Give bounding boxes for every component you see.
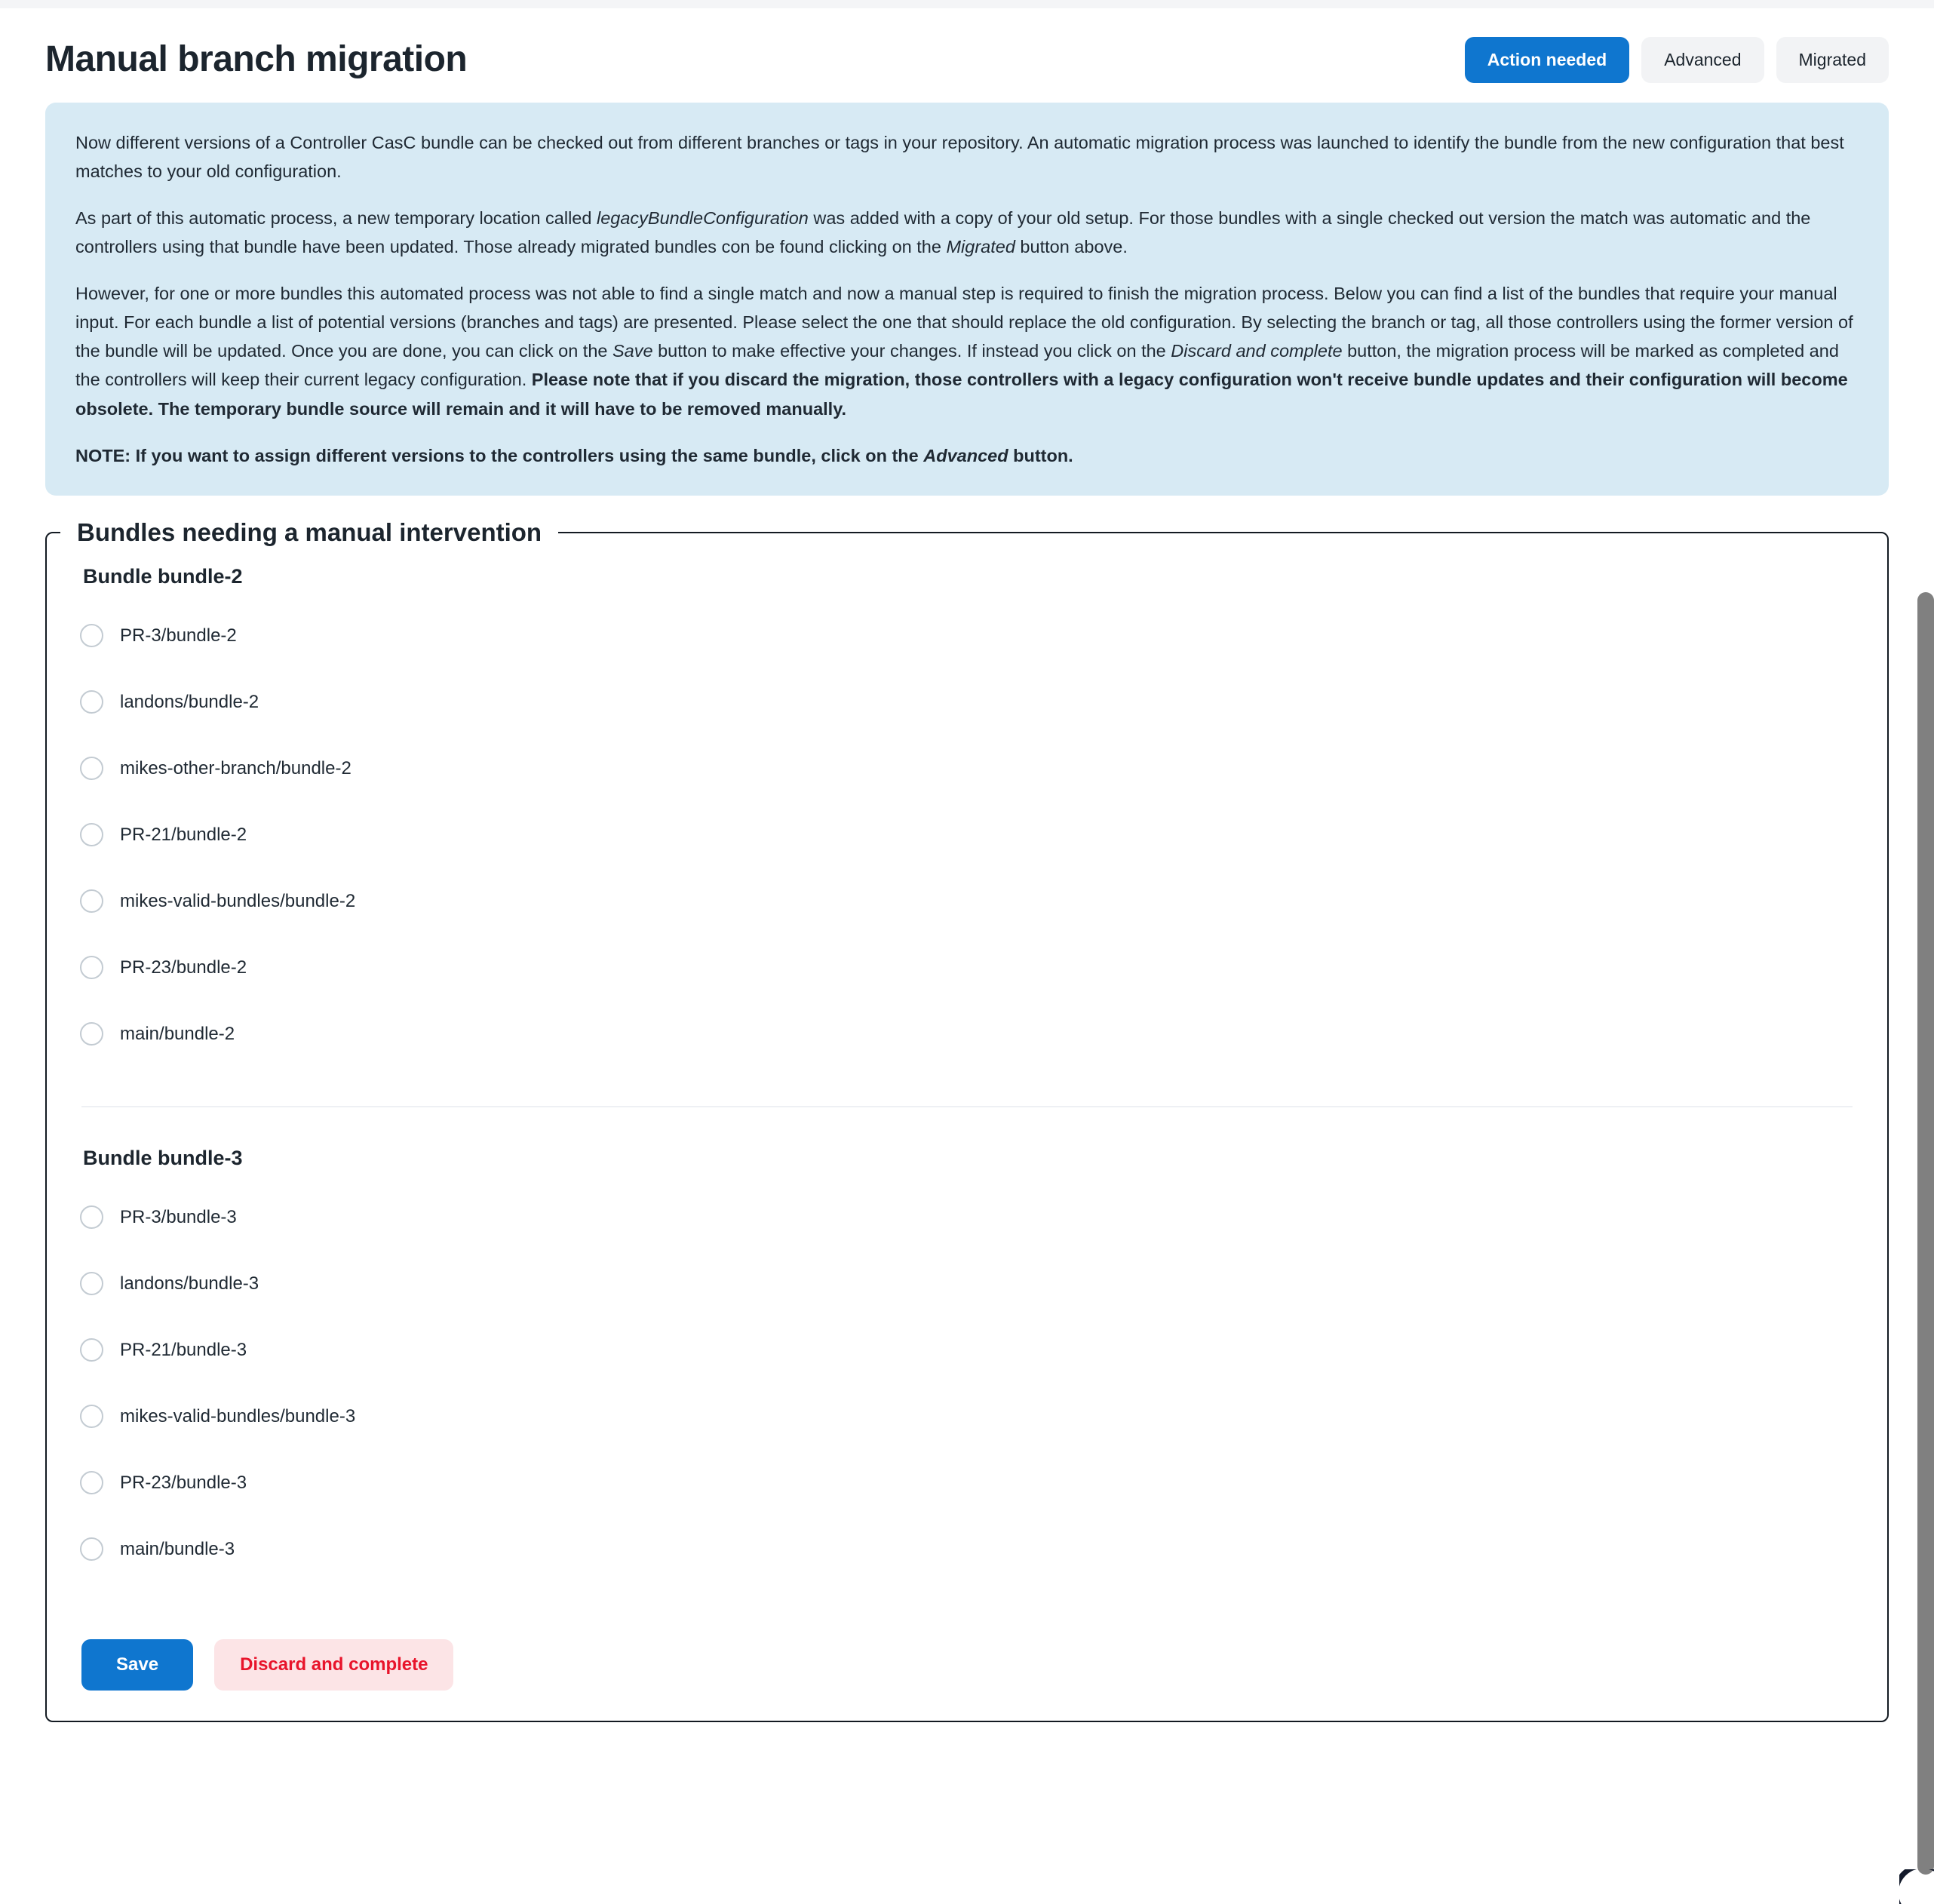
page-title: Manual branch migration: [45, 39, 468, 80]
radio-button-icon[interactable]: [80, 1272, 103, 1296]
info-p3-emphasis-save: Save: [612, 341, 653, 361]
bundles-fieldset-legend: Bundles needing a manual intervention: [77, 517, 542, 546]
radio-option-label[interactable]: mikes-valid-bundles/bundle-3: [120, 1407, 355, 1426]
info-paragraph-note: NOTE: If you want to assign different ve…: [75, 441, 1859, 470]
radio-option[interactable]: mikes-valid-bundles/bundle-2: [69, 881, 1865, 922]
radio-button-icon[interactable]: [80, 624, 103, 648]
info-p3-text-b: button to make effective your changes. I…: [652, 341, 1171, 361]
info-p2-emphasis-migrated: Migrated: [946, 237, 1015, 257]
info-paragraph-3: However, for one or more bundles this au…: [75, 279, 1859, 422]
info-p2-text-c: button above.: [1015, 237, 1128, 257]
radio-group-bundle-2: PR-3/bundle-2 landons/bundle-2 mikes-oth…: [69, 616, 1865, 1055]
radio-option-label[interactable]: PR-21/bundle-2: [120, 825, 247, 844]
info-p2-emphasis-legacy: legacyBundleConfiguration: [596, 208, 809, 229]
info-p1-text: Now different versions of a Controller C…: [75, 133, 1844, 182]
radio-option[interactable]: landons/bundle-2: [69, 682, 1865, 723]
info-note-text-a: NOTE: If you want to assign different ve…: [75, 445, 924, 465]
bundles-fieldset: Bundles needing a manual intervention Bu…: [45, 517, 1889, 1722]
view-filter-tabs: Action needed Advanced Migrated: [1464, 37, 1889, 83]
radio-button-icon[interactable]: [80, 1338, 103, 1362]
info-paragraph-2: As part of this automatic process, a new…: [75, 204, 1859, 261]
radio-button-icon[interactable]: [80, 690, 103, 714]
save-button[interactable]: Save: [81, 1638, 194, 1691]
page-container: Manual branch migration Action needed Ad…: [0, 8, 1934, 1722]
radio-option-label[interactable]: PR-3/bundle-2: [120, 626, 237, 645]
page-header: Manual branch migration Action needed Ad…: [45, 8, 1889, 97]
bundles-fieldset-body: Bundle bundle-2 PR-3/bundle-2 landons/bu…: [47, 547, 1887, 1721]
radio-option[interactable]: PR-3/bundle-2: [69, 616, 1865, 656]
page-scrollbar[interactable]: [1917, 592, 1934, 1875]
radio-option[interactable]: PR-23/bundle-2: [69, 947, 1865, 988]
radio-button-icon[interactable]: [80, 823, 103, 847]
form-actions: Save Discard and complete: [81, 1638, 1865, 1691]
discard-and-complete-button[interactable]: Discard and complete: [214, 1638, 454, 1691]
info-p2-text-a: As part of this automatic process, a new…: [75, 208, 597, 229]
radio-option-label[interactable]: landons/bundle-2: [120, 693, 259, 711]
tab-advanced[interactable]: Advanced: [1641, 37, 1764, 83]
info-note-emphasis-advanced: Advanced: [923, 445, 1008, 465]
tab-action-needed[interactable]: Action needed: [1464, 37, 1630, 83]
radio-button-icon[interactable]: [80, 956, 103, 980]
radio-button-icon[interactable]: [80, 1022, 103, 1046]
radio-option[interactable]: PR-21/bundle-3: [69, 1330, 1865, 1371]
radio-option-label[interactable]: PR-23/bundle-2: [120, 958, 247, 977]
page-scrollbar-thumb[interactable]: [1917, 592, 1934, 1875]
radio-option-label[interactable]: mikes-valid-bundles/bundle-2: [120, 892, 355, 911]
radio-option-label[interactable]: mikes-other-branch/bundle-2: [120, 759, 351, 778]
radio-option[interactable]: landons/bundle-3: [69, 1264, 1865, 1304]
tab-migrated[interactable]: Migrated: [1776, 37, 1889, 83]
radio-option[interactable]: main/bundle-3: [69, 1529, 1865, 1570]
info-p3-emphasis-discard: Discard and complete: [1171, 341, 1343, 361]
radio-option-label[interactable]: PR-3/bundle-3: [120, 1208, 237, 1227]
radio-button-icon[interactable]: [80, 1471, 103, 1495]
radio-option-label[interactable]: PR-21/bundle-3: [120, 1340, 247, 1359]
info-paragraph-1: Now different versions of a Controller C…: [75, 128, 1859, 186]
radio-button-icon[interactable]: [80, 1405, 103, 1429]
migration-info-box: Now different versions of a Controller C…: [45, 103, 1889, 496]
radio-option-label[interactable]: main/bundle-3: [120, 1540, 235, 1559]
radio-option[interactable]: main/bundle-2: [69, 1014, 1865, 1055]
bundle-block-bundle-3: Bundle bundle-3 PR-3/bundle-3 landons/bu…: [69, 1147, 1865, 1570]
radio-option-label[interactable]: landons/bundle-3: [120, 1274, 259, 1293]
bundle-block-bundle-2: Bundle bundle-2 PR-3/bundle-2 landons/bu…: [69, 565, 1865, 1055]
info-note-text-b: button.: [1008, 445, 1073, 465]
radio-option-label[interactable]: main/bundle-2: [120, 1024, 235, 1043]
bundle-section-divider: [81, 1105, 1853, 1107]
radio-option[interactable]: PR-21/bundle-2: [69, 815, 1865, 855]
radio-option-label[interactable]: PR-23/bundle-3: [120, 1473, 247, 1492]
radio-option[interactable]: mikes-other-branch/bundle-2: [69, 748, 1865, 789]
radio-option[interactable]: PR-23/bundle-3: [69, 1463, 1865, 1503]
bundle-title-bundle-3: Bundle bundle-3: [83, 1146, 243, 1169]
radio-button-icon[interactable]: [80, 757, 103, 781]
bundle-title-bundle-2: Bundle bundle-2: [83, 564, 243, 588]
radio-button-icon[interactable]: [80, 1205, 103, 1230]
window-top-strip: [0, 0, 1934, 8]
radio-button-icon[interactable]: [80, 889, 103, 914]
radio-option[interactable]: mikes-valid-bundles/bundle-3: [69, 1396, 1865, 1437]
radio-group-bundle-3: PR-3/bundle-3 landons/bundle-3 PR-21/bun…: [69, 1197, 1865, 1570]
radio-option[interactable]: PR-3/bundle-3: [69, 1197, 1865, 1238]
radio-button-icon[interactable]: [80, 1537, 103, 1562]
